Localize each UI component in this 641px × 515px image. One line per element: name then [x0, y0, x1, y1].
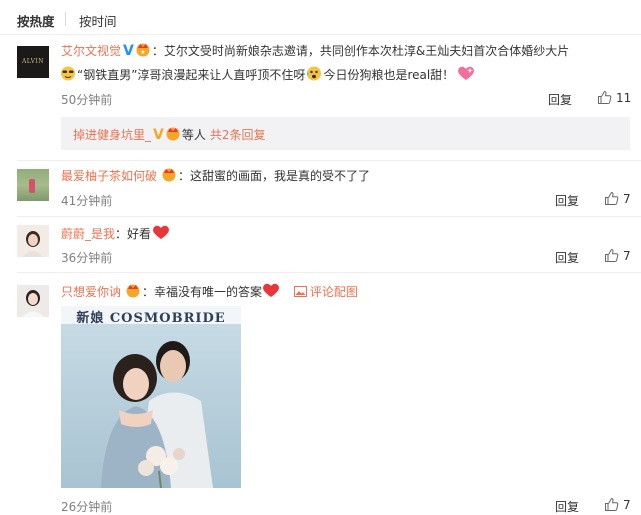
like-count: 11: [616, 91, 632, 105]
thumbs-up-icon: [605, 192, 619, 205]
thumbs-up-icon: [605, 498, 619, 511]
username-link[interactable]: 蔚蔚_是我: [61, 227, 115, 241]
username-link[interactable]: 只想爱你讷: [61, 285, 121, 299]
like-button[interactable]: 11: [597, 90, 631, 105]
sort-by-hot-tab[interactable]: 按热度: [17, 11, 55, 30]
emoji-shocked-icon: [305, 65, 323, 84]
verified-v-icon: V: [153, 127, 164, 143]
comment-text: ：幸福没有唯一的答案: [142, 285, 263, 299]
reply-button[interactable]: 回复: [548, 91, 572, 108]
username-link[interactable]: 艾尔文视觉: [61, 44, 121, 58]
sort-divider: [65, 12, 66, 26]
comment-item: 最爱柚子茶如何破 ：这甜蜜的画面，我是真的受不了了 41分钟前 回复 7: [0, 161, 641, 216]
heart-icon: [457, 65, 475, 84]
reply-button[interactable]: 回复: [555, 249, 579, 266]
comment-time: 50分钟前: [61, 93, 113, 107]
comment-item: 只想爱你讷 ：幸福没有唯一的答案 评论配图 新娘 COSMOBRIDE 26分钟…: [0, 273, 641, 515]
heart-icon: [262, 282, 280, 301]
comment-text-line-2: “钢铁直男”淳哥浪漫起来让人直呼顶不住呀 今日份狗粮也是real甜！: [59, 65, 475, 84]
sub-reply-username[interactable]: 掉进健身坑里_: [73, 128, 151, 142]
comment-text-line: 蔚蔚_是我：好看: [61, 224, 170, 243]
svg-text:★: ★: [140, 49, 145, 56]
crown-badge-icon: [124, 283, 142, 301]
sub-replies-summary: 掉进健身坑里_ V 等人 共2条回复: [73, 126, 266, 144]
comment-text-line: 最爱柚子茶如何破 ：这甜蜜的画面，我是真的受不了了: [61, 167, 370, 185]
comment-image-link[interactable]: 评论配图: [293, 285, 358, 299]
crown-badge-icon: [160, 167, 178, 185]
thumbs-up-icon: [598, 91, 612, 104]
like-button[interactable]: 7: [604, 497, 631, 512]
comment-text: ：好看: [115, 227, 152, 241]
comment-item: 蔚蔚_是我：好看 36分钟前 回复 7: [0, 217, 641, 272]
avatar[interactable]: [17, 225, 49, 257]
comment-text: 今日份狗粮也是real甜！: [323, 68, 455, 82]
avatar[interactable]: [17, 169, 49, 201]
like-count: 7: [623, 249, 631, 263]
username-link[interactable]: 最爱柚子茶如何破: [61, 169, 157, 183]
reply-button[interactable]: 回复: [555, 498, 579, 515]
photo-magazine-header: 新娘 COSMOBRIDE: [76, 311, 226, 326]
like-count: 7: [623, 498, 631, 512]
comment-time: 26分钟前: [61, 500, 113, 514]
like-button[interactable]: 7: [604, 191, 631, 206]
avatar-logo-text: ALVIN: [21, 58, 45, 65]
crown-badge-icon: ★: [134, 42, 152, 60]
sort-bar-divider: [0, 34, 641, 35]
view-replies-link[interactable]: 共2条回复: [210, 128, 266, 142]
avatar[interactable]: [17, 285, 49, 317]
comment-text: ：艾尔文受时尚新娘杂志邀请，共同创作本次杜淳&王灿夫妇首次合体婚纱大片: [151, 44, 570, 58]
sub-reply-suffix: 等人: [181, 128, 206, 142]
comment-image-label: 评论配图: [309, 285, 358, 299]
image-icon: [293, 286, 307, 297]
like-button[interactable]: 7: [604, 248, 631, 263]
heart-icon: [152, 224, 170, 243]
comment-time: 36分钟前: [61, 251, 113, 265]
like-count: 7: [623, 192, 631, 206]
comment-text: ：这甜蜜的画面，我是真的受不了了: [178, 169, 371, 183]
thumbs-up-icon: [605, 249, 619, 262]
verified-v-icon: V: [123, 43, 134, 59]
emoji-cool-icon: [59, 65, 77, 84]
sort-by-time-tab[interactable]: 按时间: [79, 11, 117, 30]
crown-badge-icon: [164, 126, 182, 144]
comment-text: “钢铁直男”淳哥浪漫起来让人直呼顶不住呀: [77, 68, 306, 82]
avatar[interactable]: ALVIN: [17, 46, 49, 78]
reply-button[interactable]: 回复: [555, 192, 579, 209]
comment-text-line: 只想爱你讷 ：幸福没有唯一的答案 评论配图: [61, 282, 358, 301]
comment-time: 41分钟前: [61, 194, 113, 208]
sub-replies-box[interactable]: 掉进健身坑里_ V 等人 共2条回复: [61, 117, 630, 150]
comment-photo[interactable]: 新娘 COSMOBRIDE: [61, 306, 241, 488]
comment-text-line: 艾尔文视觉 V ★ ：艾尔文受时尚新娘杂志邀请，共同创作本次杜淳&王灿夫妇首次合体婚纱…: [61, 42, 569, 60]
